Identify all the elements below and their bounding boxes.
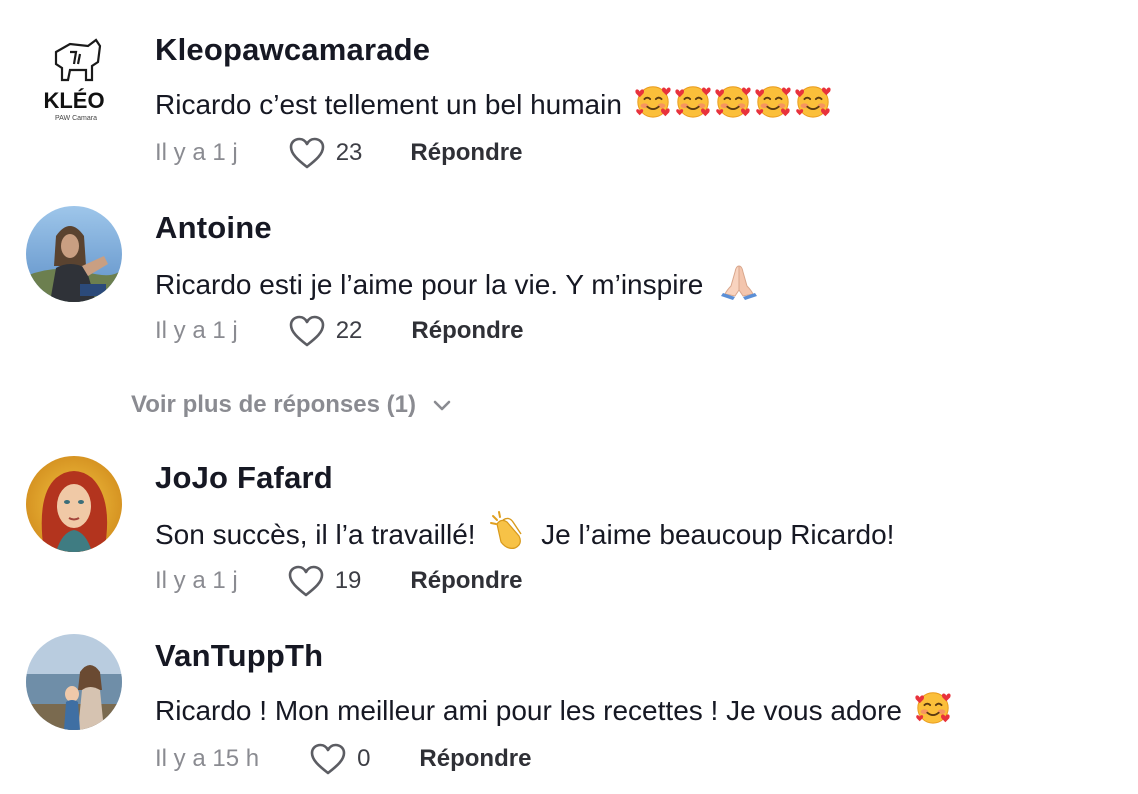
like-count: 19: [334, 567, 362, 594]
like-button[interactable]: 0: [309, 742, 370, 776]
like-count: 23: [335, 139, 363, 166]
comment-text: Son succès, il l’a travaillé! Je l’aime …: [155, 510, 894, 551]
comment-username[interactable]: JoJo Fafard: [155, 460, 333, 496]
comment-meta: Il y a 1 j 22 Répondre: [155, 311, 523, 351]
comment-time: Il y a 1 j: [155, 317, 238, 344]
heart-icon: [309, 742, 347, 776]
heart-icon: [287, 564, 325, 598]
clapping-hands-icon: [489, 510, 527, 550]
comment-meta: Il y a 1 j 19 Répondre: [155, 561, 522, 601]
reply-button[interactable]: Répondre: [411, 317, 523, 345]
comment-text-content: Ricardo c’est tellement un bel humain: [155, 89, 622, 120]
comment-time: Il y a 1 j: [155, 139, 238, 166]
smiling-face-with-hearts-icon: [674, 82, 712, 120]
comment-text-before: Son succès, il l’a travaillé!: [155, 519, 476, 550]
avatar[interactable]: [26, 634, 122, 730]
smiling-face-with-hearts-icon: [634, 82, 672, 120]
comment-username[interactable]: Kleopawcamarade: [155, 32, 430, 68]
reply-button[interactable]: Répondre: [419, 745, 531, 773]
comment-meta: Il y a 1 j 23 Répondre: [155, 133, 522, 173]
comment-username[interactable]: Antoine: [155, 210, 272, 246]
like-button[interactable]: 22: [288, 314, 363, 348]
like-count: 22: [335, 317, 363, 344]
reply-button[interactable]: Répondre: [410, 139, 522, 167]
svg-text:PAW Camara: PAW Camara: [55, 115, 97, 122]
avatar[interactable]: [26, 206, 122, 302]
comment-meta: Il y a 15 h 0 Répondre: [155, 739, 531, 779]
profile-photo-icon: [26, 634, 122, 730]
avatar[interactable]: KLÉO PAW Camara: [26, 32, 122, 128]
comment-text-content: Ricardo ! Mon meilleur ami pour les rece…: [155, 695, 902, 726]
comment-text-after: Je l’aime beaucoup Ricardo!: [541, 519, 895, 550]
profile-photo-icon: [26, 206, 122, 302]
reply-button[interactable]: Répondre: [410, 567, 522, 595]
comment-text: Ricardo esti je l’aime pour la vie. Y m’…: [155, 260, 759, 301]
smiling-face-with-hearts-icon: [794, 82, 832, 120]
chevron-down-icon: [433, 400, 451, 411]
svg-text:KLÉO: KLÉO: [43, 88, 104, 113]
view-more-replies-label: Voir plus de réponses (1): [131, 391, 416, 418]
view-more-replies-button[interactable]: Voir plus de réponses (1): [131, 388, 452, 422]
comment-time: Il y a 1 j: [155, 567, 238, 594]
comment-time: Il y a 15 h: [155, 745, 260, 772]
heart-icon: [288, 314, 326, 348]
profile-photo-icon: [26, 456, 122, 552]
like-button[interactable]: 19: [287, 564, 362, 598]
heart-icon: [288, 136, 326, 170]
comment-username[interactable]: VanTuppTh: [155, 638, 323, 674]
folded-hands-icon: [719, 260, 759, 300]
comment-text: Ricardo ! Mon meilleur ami pour les rece…: [155, 688, 952, 727]
like-button[interactable]: 23: [288, 136, 363, 170]
avatar[interactable]: [26, 456, 122, 552]
smiling-face-with-hearts-icon: [714, 82, 752, 120]
like-count: 0: [357, 745, 371, 772]
kleo-logo-icon: KLÉO PAW Camara: [43, 38, 105, 122]
comment-text: Ricardo c’est tellement un bel humain: [155, 82, 832, 121]
comment-text-content: Ricardo esti je l’aime pour la vie. Y m’…: [155, 269, 704, 300]
smiling-face-with-hearts-icon: [914, 688, 952, 726]
smiling-face-with-hearts-icon: [754, 82, 792, 120]
